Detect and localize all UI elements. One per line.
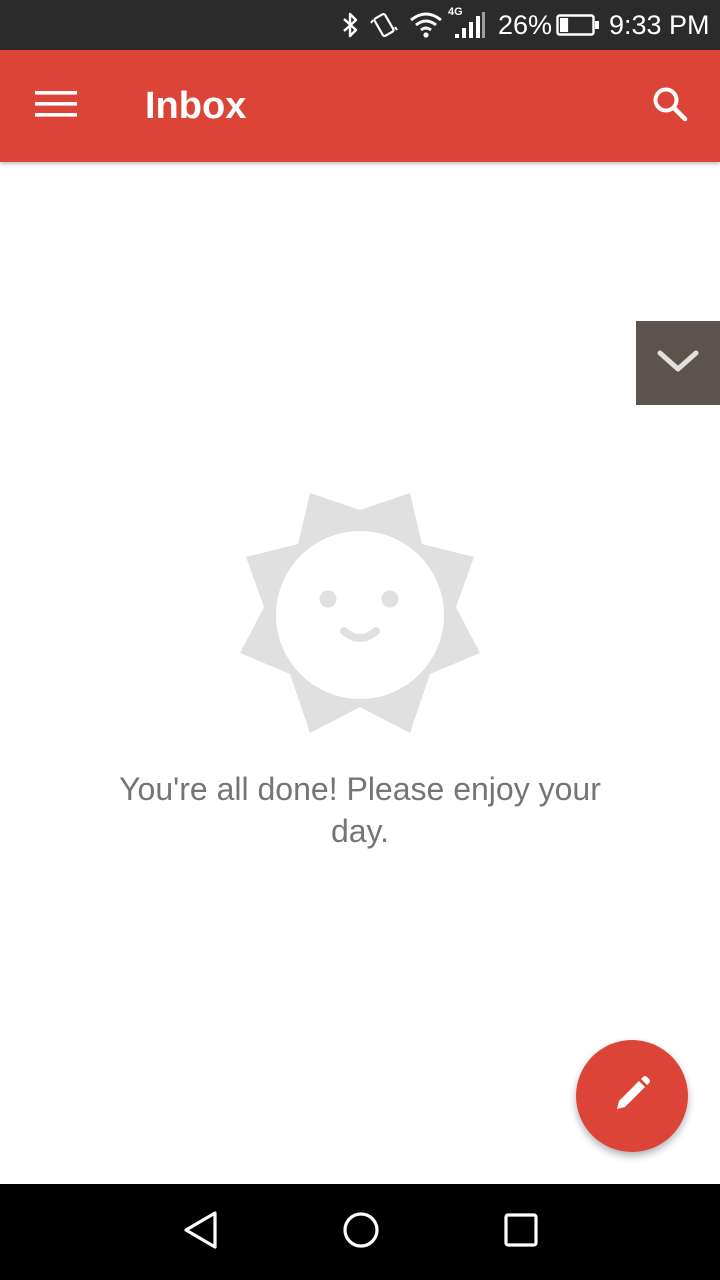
battery-fill	[560, 18, 569, 32]
cell-signal-icon	[452, 0, 488, 50]
collapse-tab-button[interactable]	[636, 321, 720, 405]
battery-icon	[555, 0, 601, 50]
empty-state-message: You're all done! Please enjoy your day.	[119, 771, 601, 849]
home-button[interactable]	[331, 1202, 391, 1262]
bluetooth-icon	[338, 0, 364, 50]
search-icon	[651, 85, 689, 128]
vibrate-icon	[368, 0, 400, 50]
navigation-bar	[0, 1184, 720, 1280]
hamburger-menu-icon	[35, 89, 77, 124]
compose-button[interactable]	[576, 1040, 688, 1152]
home-circle-icon	[341, 1210, 381, 1255]
recents-square-icon	[503, 1212, 539, 1253]
app-bar: Inbox	[0, 50, 720, 162]
recents-button[interactable]	[491, 1202, 551, 1262]
screen: 4G 26% 9:33 PM Inbox You're all done! Pl…	[0, 0, 720, 1280]
back-triangle-icon	[181, 1209, 221, 1256]
smiling-sun-icon	[240, 493, 480, 733]
menu-button[interactable]	[22, 72, 90, 140]
search-button[interactable]	[636, 72, 704, 140]
chevron-down-icon	[656, 347, 700, 380]
wifi-icon	[406, 0, 446, 50]
page-title: Inbox	[145, 85, 247, 127]
clock: 9:33 PM	[609, 10, 710, 40]
battery-percent: 26%	[498, 10, 553, 40]
status-bar: 4G 26% 9:33 PM	[0, 0, 720, 50]
back-button[interactable]	[171, 1202, 231, 1262]
pencil-icon	[612, 1074, 652, 1119]
